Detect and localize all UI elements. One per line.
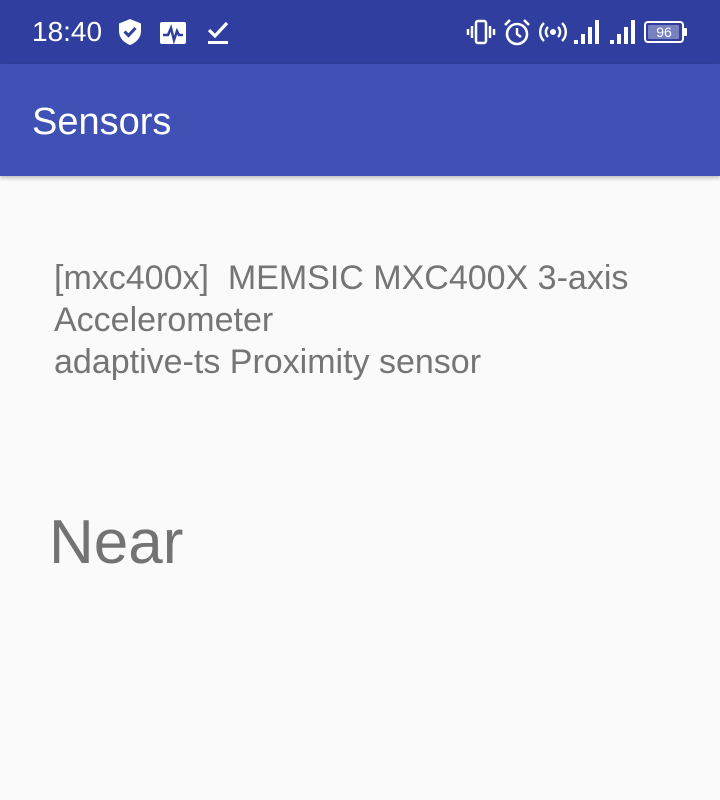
battery-level: 96 [656,24,672,40]
sensor-line: Accelerometer [54,301,274,339]
signal-icon [610,20,635,44]
activity-chart-icon [160,22,186,45]
sensor-line: [mxc400x] MEMSIC MXC400X 3-axis [54,259,629,297]
alarm-icon [504,19,530,46]
app-bar: Sensors [0,64,720,176]
sensor-list: [mxc400x] MEMSIC MXC400X 3-axis Accelero… [54,257,694,383]
hotspot-icon [539,22,567,42]
proximity-value: Near [49,508,184,577]
status-time: 18:40 [32,16,103,47]
vibrate-icon [466,19,496,45]
shield-check-icon [119,19,141,45]
battery-cap [684,28,687,36]
battery-icon: 96 [644,21,684,43]
download-done-icon [207,21,229,44]
status-bar: 18:40 96 [0,0,720,64]
app-title: Sensors [32,101,172,143]
sensor-line: adaptive-ts Proximity sensor [54,343,482,381]
signal-icon [574,20,599,44]
